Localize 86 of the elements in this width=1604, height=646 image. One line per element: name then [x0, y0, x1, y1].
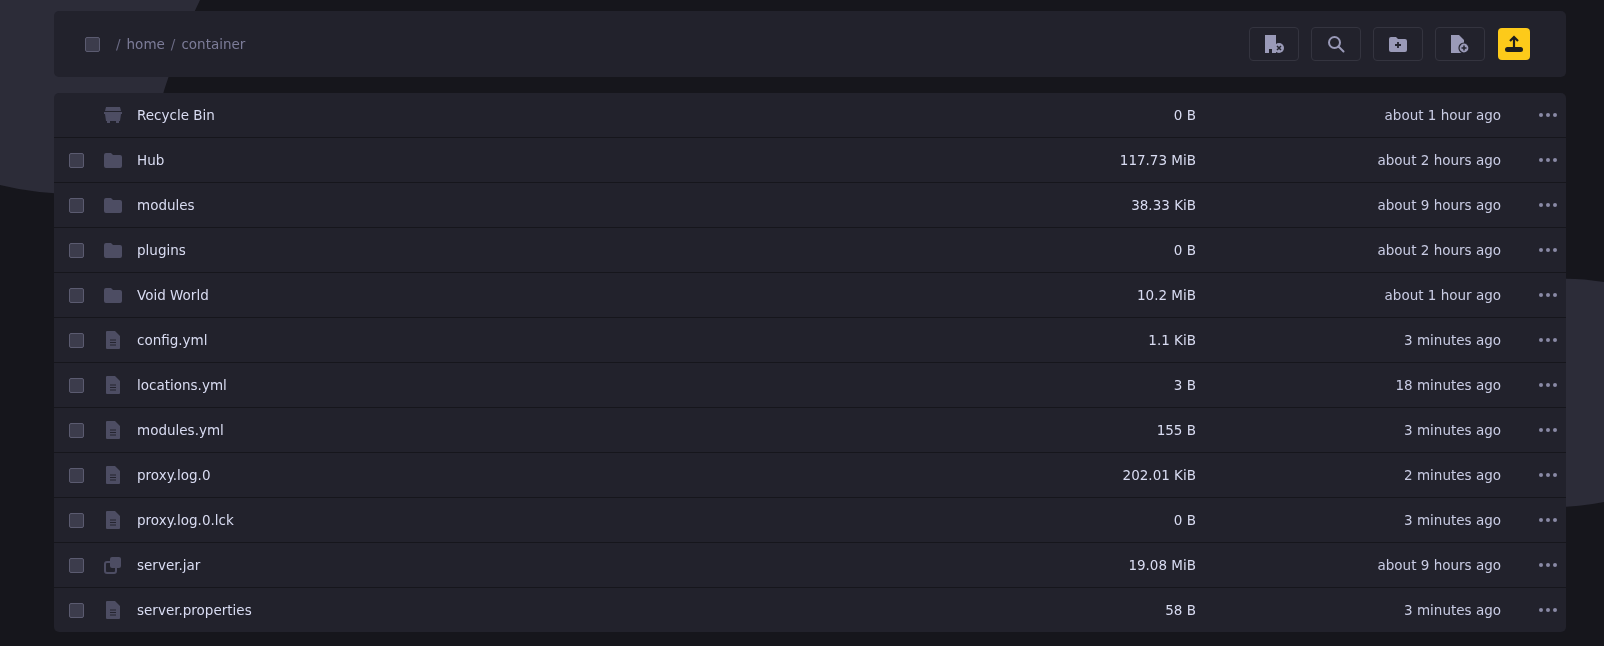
file-name: Hub [137, 152, 166, 168]
file-row[interactable]: config.yml 1.1 KiB 3 minutes ago [54, 318, 1566, 363]
row-checkbox[interactable] [69, 512, 84, 528]
search-icon [1327, 35, 1345, 53]
modified-time: 3 minutes ago [1403, 422, 1501, 438]
file-row[interactable]: plugins 0 B about 2 hours ago [54, 228, 1566, 273]
breadcrumb-link[interactable]: container [181, 36, 246, 52]
folder-icon [104, 242, 122, 258]
new-file-button[interactable] [1435, 27, 1485, 61]
file-icon [106, 466, 120, 484]
file-size: 0 B [1172, 512, 1196, 528]
select-all-checkbox[interactable] [85, 36, 100, 52]
modified-time: 2 minutes ago [1403, 467, 1501, 483]
file-name: Recycle Bin [137, 107, 216, 123]
modified-time: about 2 hours ago [1376, 152, 1501, 168]
file-name: server.properties [137, 602, 253, 618]
modified-time: about 1 hour ago [1383, 107, 1501, 123]
file-row[interactable]: server.properties 58 B 3 minutes ago [54, 588, 1566, 632]
row-checkbox[interactable] [69, 557, 84, 573]
file-row[interactable]: Void World 10.2 MiB about 1 hour ago [54, 273, 1566, 318]
file-plus-icon [1450, 34, 1470, 54]
file-name: Void World [137, 287, 210, 303]
upload-icon [1504, 35, 1524, 53]
file-size: 19.08 MiB [1127, 557, 1196, 573]
file-size: 1.1 KiB [1147, 332, 1196, 348]
file-icon [106, 376, 120, 394]
building-icon [1263, 34, 1285, 54]
file-size: 202.01 KiB [1121, 467, 1196, 483]
file-name: modules [137, 197, 196, 213]
file-size: 155 B [1155, 422, 1196, 438]
file-name: config.yml [137, 332, 209, 348]
file-icon [106, 511, 120, 529]
file-name: plugins [137, 242, 187, 258]
search-button[interactable] [1311, 27, 1361, 61]
file-size: 117.73 MiB [1118, 152, 1196, 168]
breadcrumb-separator: / [116, 36, 121, 52]
modified-time: about 1 hour ago [1383, 287, 1501, 303]
file-name: server.jar [137, 557, 202, 573]
folder-icon [104, 287, 122, 303]
modified-time: about 9 hours ago [1376, 197, 1501, 213]
file-icon [106, 421, 120, 439]
copy-icon [104, 556, 122, 574]
file-row[interactable]: server.jar 19.08 MiB about 9 hours ago [54, 543, 1566, 588]
row-checkbox[interactable] [69, 197, 84, 213]
file-name: proxy.log.0 [137, 467, 212, 483]
file-row[interactable]: proxy.log.0 202.01 KiB 2 minutes ago [54, 453, 1566, 498]
modified-time: 18 minutes ago [1394, 377, 1501, 393]
modified-time: 3 minutes ago [1403, 332, 1501, 348]
file-row[interactable]: Recycle Bin 0 B about 1 hour ago [54, 93, 1566, 138]
file-icon [106, 331, 120, 349]
file-row[interactable]: modules 38.33 KiB about 9 hours ago [54, 183, 1566, 228]
row-checkbox[interactable] [69, 422, 84, 438]
file-name: proxy.log.0.lck [137, 512, 235, 528]
row-checkbox[interactable] [69, 152, 84, 168]
breadcrumb-link[interactable]: home [126, 36, 165, 52]
file-size: 38.33 KiB [1130, 197, 1196, 213]
new-folder-button[interactable] [1373, 27, 1423, 61]
folder-plus-icon [1389, 36, 1407, 52]
file-icon [106, 601, 120, 619]
folder-icon [104, 152, 122, 168]
folder-icon [104, 197, 122, 213]
file-size: 3 B [1172, 377, 1196, 393]
modified-time: about 9 hours ago [1376, 557, 1501, 573]
modified-time: 3 minutes ago [1403, 512, 1501, 528]
dumpster-icon [103, 107, 123, 123]
modified-time: about 2 hours ago [1376, 242, 1501, 258]
building-button[interactable] [1249, 27, 1299, 61]
row-checkbox[interactable] [69, 242, 84, 258]
row-checkbox[interactable] [69, 332, 84, 348]
modified-time: 3 minutes ago [1403, 602, 1501, 618]
file-size: 0 B [1172, 107, 1196, 123]
file-row[interactable]: proxy.log.0.lck 0 B 3 minutes ago [54, 498, 1566, 543]
file-size: 58 B [1164, 602, 1196, 618]
row-checkbox[interactable] [69, 467, 84, 483]
file-row[interactable]: locations.yml 3 B 18 minutes ago [54, 363, 1566, 408]
upload-button[interactable] [1498, 28, 1530, 60]
file-name: modules.yml [137, 422, 225, 438]
breadcrumb-separator: / [170, 36, 176, 52]
file-row[interactable]: modules.yml 155 B 3 minutes ago [54, 408, 1566, 453]
file-size: 10.2 MiB [1136, 287, 1196, 303]
row-checkbox[interactable] [69, 287, 84, 303]
file-row[interactable]: Hub 117.73 MiB about 2 hours ago [54, 138, 1566, 183]
file-name: locations.yml [137, 377, 228, 393]
file-size: 0 B [1172, 242, 1196, 258]
row-checkbox[interactable] [69, 602, 84, 618]
row-checkbox[interactable] [69, 377, 84, 393]
